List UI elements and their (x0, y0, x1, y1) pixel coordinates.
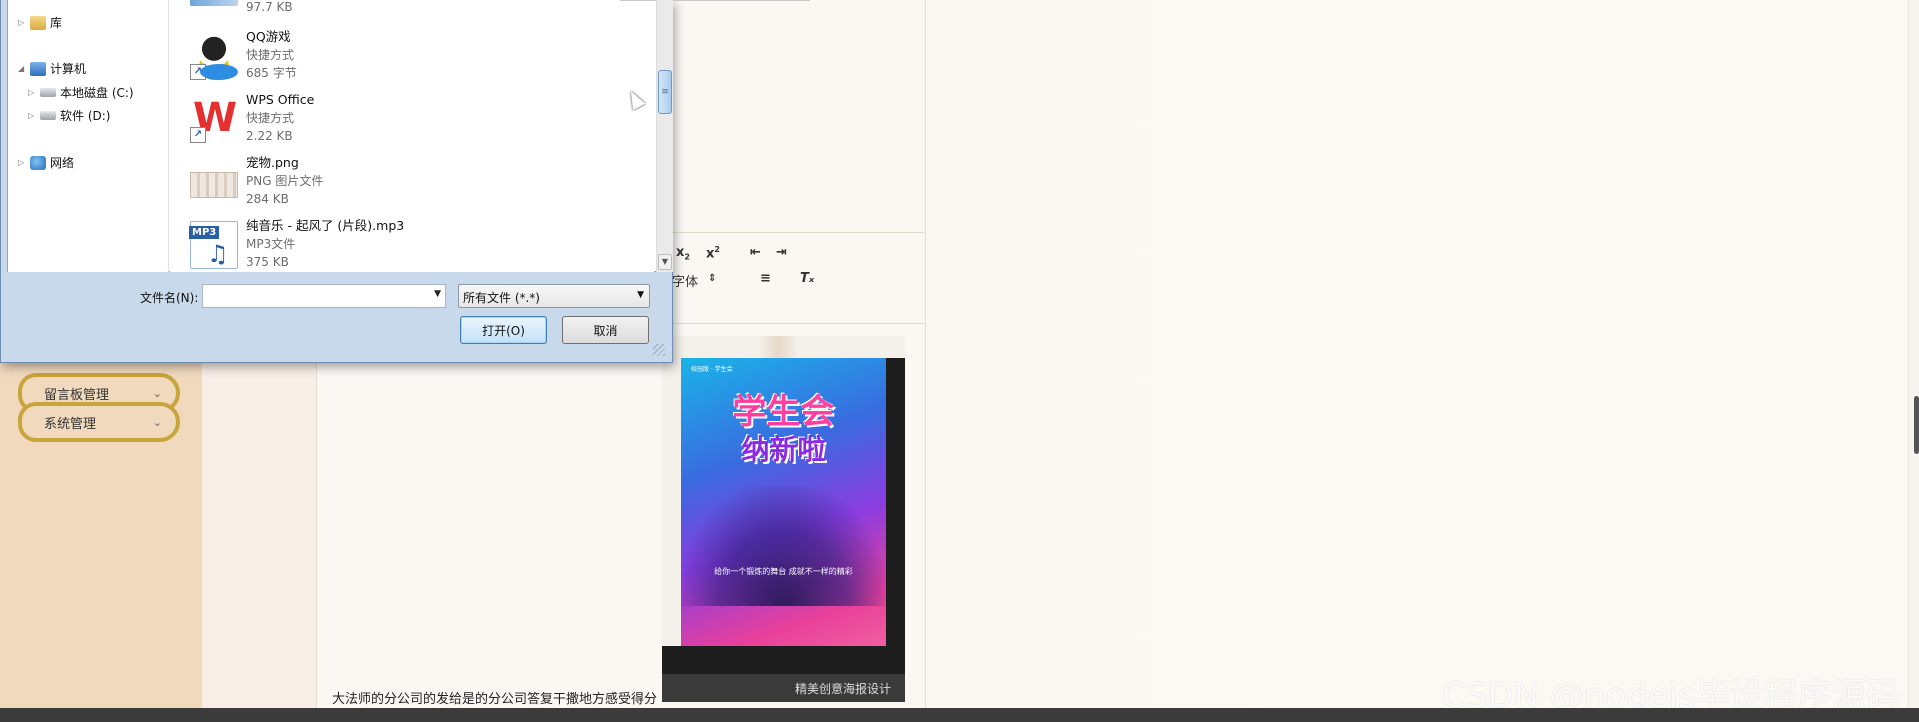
file-list-scrollbar[interactable]: ≡ ▼ (656, 0, 673, 272)
clear-format-icon[interactable]: Tₓ (800, 271, 814, 286)
editor-body-text[interactable]: 大法师的分公司的发给是的分公司答复干撒地方感受得分 (332, 688, 662, 707)
shortcut-arrow-icon: ↗ (190, 64, 206, 80)
superscript-button[interactable]: x2 (706, 245, 720, 261)
poster-artwork: 校园版 · 学生会 学生会 纳新啦 给你一个锻炼的舞台 成就不一样的精彩 (681, 358, 886, 646)
expand-icon[interactable]: ▷ (28, 111, 36, 120)
poster-title: 学生会 (732, 392, 835, 432)
file-open-dialog: ▷ 库 ◢ 计算机 ▷ 本地磁盘 (C:) ▷ 软件 (D:) ▷ 网络 97.… (0, 0, 810, 363)
expand-icon[interactable]: ▷ (18, 18, 26, 27)
font-size-stepper-icon[interactable]: ⇕ (708, 273, 716, 284)
navigation-pane: ▷ 库 ◢ 计算机 ▷ 本地磁盘 (C:) ▷ 软件 (D:) ▷ 网络 (8, 0, 169, 272)
subscript-button[interactable]: x2 (676, 245, 690, 262)
collapse-icon[interactable]: ◢ (18, 64, 26, 73)
file-list[interactable]: 97.7 KB ↗ QQ游戏 快捷方式 685 字节 W ↗ WPS Offic… (170, 0, 810, 272)
align-icon[interactable]: ≡ (760, 271, 771, 286)
network-icon (30, 155, 46, 170)
qq-penguin-icon: ↗ (190, 32, 238, 80)
list-item[interactable]: MP3 ♫ 纯音乐 - 起风了 (片段).mp3 MP3文件 375 KB (189, 217, 630, 279)
nav-item-computer[interactable]: ◢ 计算机 (18, 60, 86, 77)
expand-icon[interactable]: ▷ (18, 158, 26, 167)
cancel-button[interactable]: 取消 (562, 316, 649, 344)
poster-image: 校园版 · 学生会 学生会 纳新啦 给你一个锻炼的舞台 成就不一样的精彩 精美创… (662, 336, 905, 702)
outdent-icon[interactable]: ⇤ (750, 245, 761, 260)
font-select[interactable]: 字体 (672, 271, 698, 290)
open-button[interactable]: 打开(O) (460, 316, 547, 344)
music-note-icon: ♫ (207, 240, 229, 268)
scroll-down-arrow-icon[interactable]: ▼ (658, 254, 672, 270)
library-icon (30, 15, 46, 30)
poster-caption: 精美创意海报设计 (662, 674, 905, 702)
nav-item-library[interactable]: ▷ 库 (18, 14, 62, 31)
hard-disk-icon (40, 88, 56, 97)
hard-disk-icon (40, 111, 56, 120)
taskbar (0, 708, 1919, 722)
filename-input[interactable]: ▼ (202, 284, 446, 308)
indent-icon[interactable]: ⇥ (776, 245, 787, 260)
sidebar-item-label: 系统管理 (44, 416, 97, 432)
sidebar-item-system[interactable]: 系统管理 ⌄ (18, 402, 180, 442)
scrollbar-thumb[interactable]: ≡ (658, 70, 672, 114)
chevron-down-icon[interactable]: ▼ (434, 289, 441, 299)
list-item[interactable]: 宠物.png PNG 图片文件 284 KB (190, 154, 630, 216)
nav-item-network[interactable]: ▷ 网络 (18, 154, 74, 171)
chevron-down-icon: ⌄ (152, 415, 162, 429)
list-item[interactable]: W ↗ WPS Office 快捷方式 2.22 KB (190, 91, 630, 153)
nav-item-disk-d[interactable]: ▷ 软件 (D:) (28, 107, 110, 124)
chevron-down-icon: ⌄ (152, 386, 162, 400)
nav-item-disk-c[interactable]: ▷ 本地磁盘 (C:) (28, 84, 134, 101)
wps-icon: W ↗ (190, 95, 238, 143)
crowd-silhouette (681, 486, 886, 606)
poster-subtitle: 纳新啦 (741, 433, 826, 466)
page-scrollbar[interactable] (1908, 0, 1919, 708)
page-scrollbar-thumb[interactable] (1914, 396, 1919, 454)
chevron-down-icon: ▼ (637, 290, 644, 300)
rich-text-toolbar: x2 x2 ⇤ ⇥ ⇕ ≡ Tₓ (672, 232, 924, 324)
dialog-browser: ▷ 库 ◢ 计算机 ▷ 本地磁盘 (C:) ▷ 软件 (D:) ▷ 网络 97.… (7, 0, 810, 272)
audio-file-icon: MP3 ♫ (189, 221, 238, 269)
computer-icon (30, 61, 46, 76)
image-file-icon (190, 172, 238, 198)
shortcut-arrow-icon: ↗ (190, 127, 206, 143)
filename-label: 文件名(N): (140, 291, 199, 305)
list-item[interactable]: ↗ QQ游戏 快捷方式 685 字节 (190, 28, 630, 90)
file-type-select[interactable]: 所有文件 (*.*) ▼ (458, 284, 650, 308)
sidebar-item-label: 留言板管理 (44, 387, 110, 403)
expand-icon[interactable]: ▷ (28, 88, 36, 97)
resize-grip[interactable] (653, 344, 665, 356)
list-item[interactable]: 97.7 KB (190, 0, 630, 20)
